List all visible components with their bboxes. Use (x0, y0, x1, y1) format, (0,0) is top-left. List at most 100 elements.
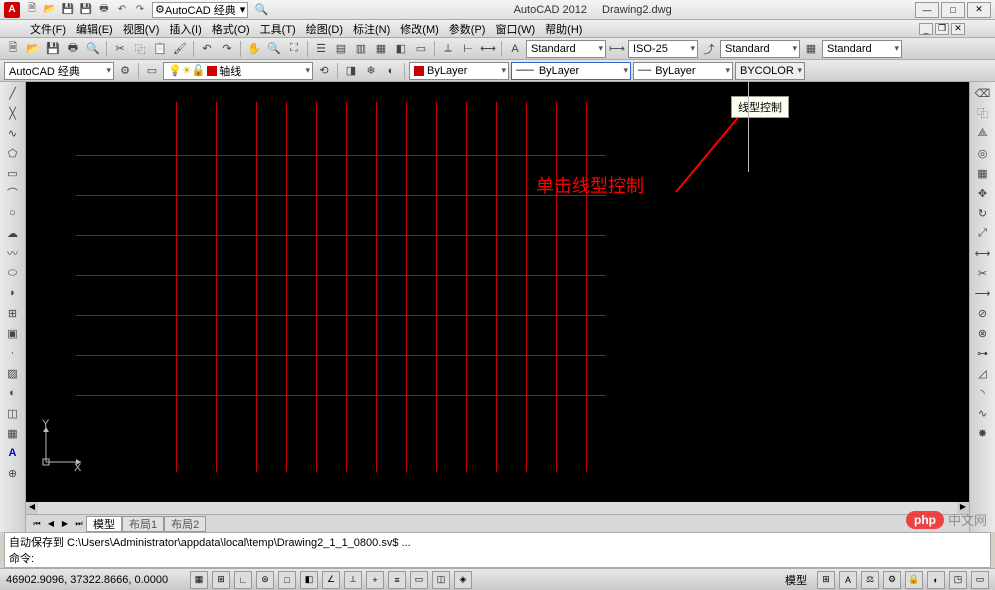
markup-icon[interactable]: ◧ (392, 40, 410, 58)
point-icon[interactable]: · (3, 344, 23, 362)
status-grid-icon[interactable]: ⊞ (817, 571, 835, 589)
tab-layout2[interactable]: 布局2 (164, 516, 206, 532)
workspace-quick-select[interactable]: ⚙ AutoCAD 经典 ▾ (152, 2, 248, 18)
qp-toggle[interactable]: ◫ (432, 571, 450, 589)
tab-prev-icon[interactable]: ◀ (44, 517, 58, 531)
circle-icon[interactable]: ○ (3, 204, 23, 222)
new-icon[interactable]: 🗎 (24, 2, 40, 18)
copy-obj-icon[interactable]: ⿻ (973, 104, 993, 122)
paste-icon[interactable]: 📋 (151, 40, 169, 58)
open-icon[interactable]: 📂 (42, 2, 58, 18)
cut-icon[interactable]: ✂ (111, 40, 129, 58)
revcloud-icon[interactable]: ☁ (3, 224, 23, 242)
menu-insert[interactable]: 插入(I) (169, 21, 201, 37)
plotstyle-select[interactable]: BYCOLOR (735, 62, 805, 80)
undo-icon[interactable]: ↶ (114, 2, 130, 18)
ellipse-icon[interactable]: ⬭ (3, 264, 23, 282)
dim2-icon[interactable]: ⊢ (459, 40, 477, 58)
menu-help[interactable]: 帮助(H) (545, 21, 582, 37)
rotate-icon[interactable]: ↻ (973, 204, 993, 222)
dim3-icon[interactable]: ⟷ (479, 40, 497, 58)
properties-icon[interactable]: ☰ (312, 40, 330, 58)
blend-icon[interactable]: ∿ (973, 404, 993, 422)
status-ann-icon[interactable]: A (839, 571, 857, 589)
status-lock-icon[interactable]: 🔒 (905, 571, 923, 589)
redo2-icon[interactable]: ↷ (218, 40, 236, 58)
join-icon[interactable]: ⊶ (973, 344, 993, 362)
menu-window[interactable]: 窗口(W) (495, 21, 535, 37)
tool-palette-icon[interactable]: ▥ (352, 40, 370, 58)
mirror-icon[interactable]: ⟁ (973, 124, 993, 142)
lineweight-select[interactable]: —— ByLayer (633, 62, 733, 80)
insert-block-icon[interactable]: ⊞ (3, 304, 23, 322)
layer-props-icon[interactable]: ▭ (143, 62, 161, 80)
preview-icon[interactable]: 🔍 (84, 40, 102, 58)
menu-tools[interactable]: 工具(T) (260, 21, 296, 37)
tab-last-icon[interactable]: ⏭ (72, 517, 86, 531)
explode-icon[interactable]: ✸ (973, 424, 993, 442)
open-file-icon[interactable]: 📂 (24, 40, 42, 58)
sheet-icon[interactable]: ▦ (372, 40, 390, 58)
mtext-icon[interactable]: A (3, 444, 23, 462)
app-logo[interactable]: A (4, 2, 20, 18)
status-ws-icon[interactable]: ⚙ (883, 571, 901, 589)
table-draw-icon[interactable]: ▦ (3, 424, 23, 442)
lwt-toggle[interactable]: ≡ (388, 571, 406, 589)
3dosnap-toggle[interactable]: ◧ (300, 571, 318, 589)
workspace-gear-icon[interactable]: ⚙ (116, 62, 134, 80)
layer-freeze-icon[interactable]: ❄ (362, 62, 380, 80)
fillet-icon[interactable]: ◝ (973, 384, 993, 402)
line-icon[interactable]: ╱ (3, 84, 23, 102)
region-icon[interactable]: ◫ (3, 404, 23, 422)
tab-next-icon[interactable]: ▶ (58, 517, 72, 531)
table-icon[interactable]: ▦ (802, 40, 820, 58)
copy-icon[interactable]: ⿻ (131, 40, 149, 58)
hatch-icon[interactable]: ▨ (3, 364, 23, 382)
search-icon[interactable]: 🔍 (252, 1, 270, 19)
undo2-icon[interactable]: ↶ (198, 40, 216, 58)
close-button[interactable]: ✕ (967, 2, 991, 18)
spline-icon[interactable]: 〰 (3, 244, 23, 262)
dim-scale-select[interactable]: ISO-25 (628, 40, 698, 58)
sc-toggle[interactable]: ◈ (454, 571, 472, 589)
drawing-canvas[interactable]: X Y 单击线型控制 线型控制 (26, 82, 969, 502)
tab-first-icon[interactable]: ⏮ (30, 517, 44, 531)
array-icon[interactable]: ▦ (973, 164, 993, 182)
menu-format[interactable]: 格式(O) (212, 21, 250, 37)
style-icon[interactable]: A (506, 40, 524, 58)
erase-icon[interactable]: ⌫ (973, 84, 993, 102)
ortho-toggle[interactable]: ∟ (234, 571, 252, 589)
status-scale-icon[interactable]: ⚖ (861, 571, 879, 589)
layer-select[interactable]: 💡 ☀ 🔓 轴线 (163, 62, 313, 80)
zoom-ext-icon[interactable]: ⛶ (285, 40, 303, 58)
tab-model[interactable]: 模型 (86, 516, 122, 532)
tab-layout1[interactable]: 布局1 (122, 516, 164, 532)
xline-icon[interactable]: ╳ (3, 104, 23, 122)
ellipse-arc-icon[interactable]: ◗ (3, 284, 23, 302)
dim-icon[interactable]: ⟂ (439, 40, 457, 58)
menu-dimension[interactable]: 标注(N) (353, 21, 390, 37)
minimize-button[interactable]: — (915, 2, 939, 18)
calc-icon[interactable]: ▭ (412, 40, 430, 58)
arc-icon[interactable]: ⌒ (3, 184, 23, 202)
dim-style-select[interactable]: Standard (526, 40, 606, 58)
table-style-select[interactable]: Standard (822, 40, 902, 58)
ducs-toggle[interactable]: ⟂ (344, 571, 362, 589)
trim-icon[interactable]: ✂ (973, 264, 993, 282)
menu-edit[interactable]: 编辑(E) (76, 21, 113, 37)
workspace-select[interactable]: AutoCAD 经典 (4, 62, 114, 80)
move-icon[interactable]: ✥ (973, 184, 993, 202)
design-center-icon[interactable]: ▤ (332, 40, 350, 58)
layer-prev-icon[interactable]: ⟲ (315, 62, 333, 80)
chamfer-icon[interactable]: ◿ (973, 364, 993, 382)
status-mode[interactable]: 模型 (779, 572, 813, 588)
rectangle-icon[interactable]: ▭ (3, 164, 23, 182)
pan-icon[interactable]: ✋ (245, 40, 263, 58)
grid-toggle[interactable]: ⊞ (212, 571, 230, 589)
polar-toggle[interactable]: ⊛ (256, 571, 274, 589)
layer-off-icon[interactable]: ◐ (382, 62, 400, 80)
offset-icon[interactable]: ◎ (973, 144, 993, 162)
scale-icon[interactable]: ⤢ (973, 224, 993, 242)
zoom-icon[interactable]: 🔍 (265, 40, 283, 58)
status-clean-icon[interactable]: ▭ (971, 571, 989, 589)
